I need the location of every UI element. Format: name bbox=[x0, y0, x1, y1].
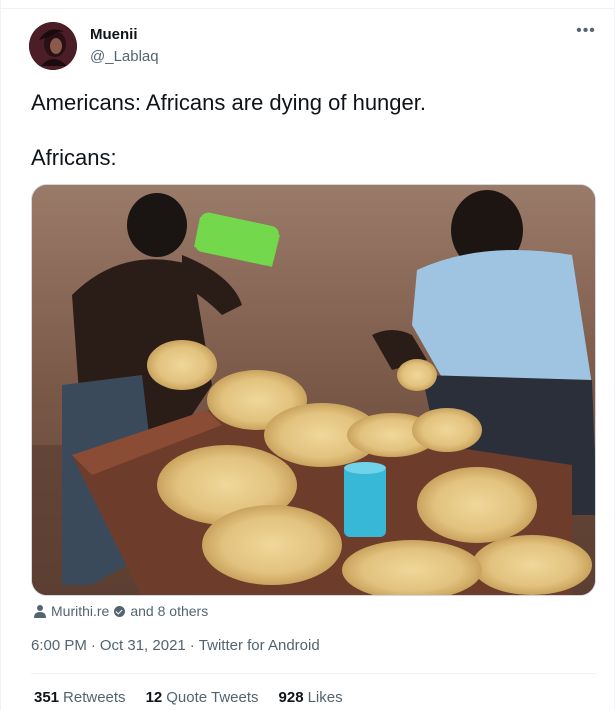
tweet-text-line-1: Americans: Africans are dying of hunger. bbox=[31, 90, 426, 115]
tweet-date[interactable]: Oct 31, 2021 bbox=[100, 637, 186, 654]
author-display-name[interactable]: Muenii bbox=[90, 26, 138, 43]
likes-label: Likes bbox=[307, 689, 343, 706]
top-divider bbox=[1, 8, 615, 9]
quotes-stat[interactable]: 12 Quote Tweets bbox=[146, 689, 259, 706]
person-icon bbox=[34, 605, 46, 618]
tagged-name[interactable]: Murithi.re bbox=[51, 603, 109, 619]
meta-separator: · bbox=[189, 637, 195, 654]
photo-illustration bbox=[32, 185, 595, 595]
verified-icon bbox=[114, 605, 126, 617]
retweets-count: 351 bbox=[34, 689, 60, 706]
quotes-label: Quote Tweets bbox=[166, 689, 259, 706]
tweet-photo[interactable] bbox=[31, 184, 596, 596]
retweets-label: Retweets bbox=[63, 689, 126, 706]
stats-divider bbox=[31, 673, 596, 674]
tweet-text-line-2: Africans: bbox=[31, 145, 117, 170]
quotes-count: 12 bbox=[145, 689, 163, 706]
engagement-stats: 351 Retweets 12 Quote Tweets 928 Likes bbox=[34, 689, 343, 706]
tweet-meta: 6:00 PM · Oct 31, 2021 · Twitter for And… bbox=[31, 637, 320, 654]
retweets-stat[interactable]: 351 Retweets bbox=[34, 689, 126, 706]
meta-separator: · bbox=[90, 637, 96, 654]
tweet-source[interactable]: Twitter for Android bbox=[199, 637, 320, 654]
author-handle[interactable]: @_Lablaq bbox=[90, 48, 159, 65]
tagged-others[interactable]: and 8 others bbox=[130, 603, 208, 619]
avatar[interactable] bbox=[29, 22, 77, 70]
avatar-image bbox=[29, 22, 77, 70]
tweet-time[interactable]: 6:00 PM bbox=[31, 637, 87, 654]
more-options-icon[interactable]: ••• bbox=[574, 23, 598, 44]
tweet-card: Muenii @_Lablaq ••• Americans: Africans … bbox=[0, 0, 615, 710]
likes-stat[interactable]: 928 Likes bbox=[279, 689, 343, 706]
tagged-people[interactable]: Murithi.re and 8 others bbox=[33, 601, 208, 621]
likes-count: 928 bbox=[278, 689, 304, 706]
